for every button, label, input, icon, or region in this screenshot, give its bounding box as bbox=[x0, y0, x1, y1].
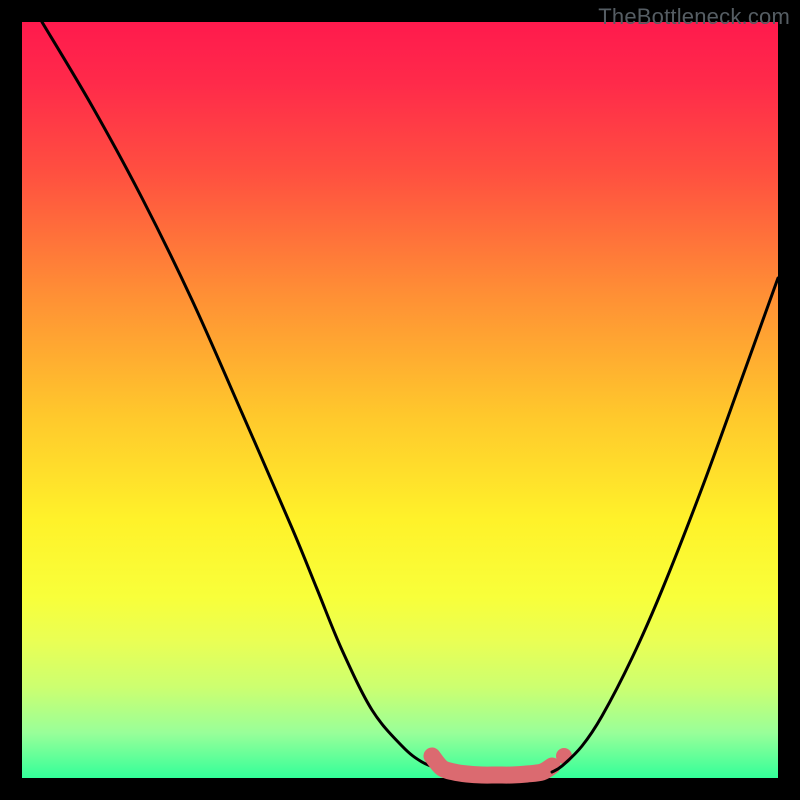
chart-frame: TheBottleneck.com bbox=[0, 0, 800, 800]
watermark-label: TheBottleneck.com bbox=[598, 4, 790, 30]
left-curve bbox=[42, 22, 442, 770]
gradient-plot-area bbox=[22, 22, 778, 778]
marker-dot bbox=[556, 748, 572, 764]
curve-svg bbox=[22, 22, 778, 778]
valley-band bbox=[432, 756, 552, 775]
right-curve bbox=[552, 278, 778, 772]
